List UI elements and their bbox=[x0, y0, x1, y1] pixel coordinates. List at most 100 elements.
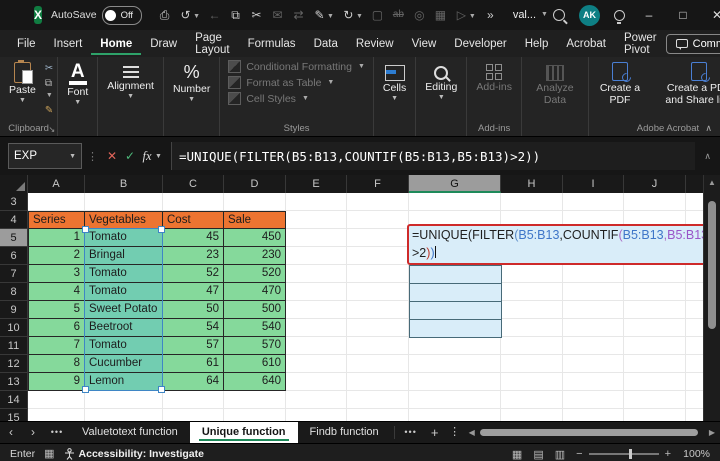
sheet-tab-unique-function[interactable]: Unique function bbox=[190, 422, 298, 443]
cell-I3[interactable] bbox=[563, 193, 624, 211]
cancel-icon[interactable]: ✕ bbox=[103, 149, 121, 163]
cell-E7[interactable] bbox=[286, 265, 347, 283]
column-header-H[interactable]: H bbox=[501, 175, 563, 193]
row-header-12[interactable]: 12 bbox=[0, 355, 28, 373]
close-button[interactable]: ✕ bbox=[707, 8, 720, 22]
cell-E11[interactable] bbox=[286, 337, 347, 355]
cell-E15[interactable] bbox=[286, 409, 347, 421]
cell-A3[interactable] bbox=[28, 193, 85, 211]
scroll-right-icon[interactable]: ▶ bbox=[709, 428, 715, 437]
draw-icon[interactable]: ✎▼ bbox=[310, 8, 337, 22]
cell-A14[interactable] bbox=[28, 391, 85, 409]
cell-F14[interactable] bbox=[347, 391, 409, 409]
cell-A7[interactable]: 3 bbox=[28, 265, 85, 283]
cell-C10[interactable]: 54 bbox=[163, 319, 224, 337]
autosave-toggle[interactable]: Off bbox=[102, 6, 143, 25]
accessibility-status[interactable]: Accessibility: Investigate bbox=[64, 448, 204, 460]
expand-formula-bar-icon[interactable]: ∧ bbox=[695, 151, 720, 162]
cell-E12[interactable] bbox=[286, 355, 347, 373]
zoom-slider-thumb[interactable] bbox=[629, 449, 632, 459]
cell-J7[interactable] bbox=[624, 265, 686, 283]
back-icon[interactable]: ← bbox=[205, 8, 224, 22]
format-as-table-button[interactable]: Format as Table▼ bbox=[228, 76, 365, 89]
cell-I14[interactable] bbox=[563, 391, 624, 409]
tab-developer[interactable]: Developer bbox=[445, 33, 515, 55]
macro-play-icon[interactable]: ▷▼ bbox=[452, 8, 479, 22]
name-box[interactable]: EXP ▼ bbox=[8, 143, 82, 169]
workbook-title[interactable]: val... ▼ bbox=[513, 9, 548, 21]
number-button[interactable]: % Number ▼ bbox=[168, 61, 215, 105]
row-header-3[interactable]: 3 bbox=[0, 193, 28, 211]
tab-file[interactable]: File bbox=[8, 33, 45, 55]
cell-D3[interactable] bbox=[224, 193, 286, 211]
cell-H10[interactable] bbox=[501, 319, 563, 337]
cell-C6[interactable]: 23 bbox=[163, 247, 224, 265]
analyze-data-button[interactable]: Analyze Data bbox=[526, 61, 584, 107]
tab-draw[interactable]: Draw bbox=[141, 33, 186, 55]
row-header-6[interactable]: 6 bbox=[0, 247, 28, 265]
cell-F12[interactable] bbox=[347, 355, 409, 373]
cell-F3[interactable] bbox=[347, 193, 409, 211]
normal-view-icon[interactable]: ▦ bbox=[512, 448, 522, 461]
cells-button[interactable]: Cells ▼ bbox=[378, 61, 411, 104]
cell-I15[interactable] bbox=[563, 409, 624, 421]
tab-view[interactable]: View bbox=[403, 33, 446, 55]
row-header-9[interactable]: 9 bbox=[0, 301, 28, 319]
horizontal-scrollbar[interactable]: ◀ ▶ bbox=[464, 422, 720, 443]
cell-E5[interactable] bbox=[286, 229, 347, 247]
camera-icon[interactable]: ◎ bbox=[410, 8, 429, 22]
cell-B14[interactable] bbox=[85, 391, 163, 409]
cell-J12[interactable] bbox=[624, 355, 686, 373]
page-layout-view-icon[interactable]: ▤ bbox=[533, 448, 543, 461]
cell-C4[interactable]: Cost bbox=[163, 211, 224, 229]
column-header-C[interactable]: C bbox=[163, 175, 224, 193]
sheet-tab-findb-function[interactable]: Findb function bbox=[298, 422, 391, 443]
strikethrough-icon[interactable]: ab bbox=[389, 8, 408, 22]
horizontal-scrollbar-track[interactable] bbox=[478, 428, 706, 437]
tab-review[interactable]: Review bbox=[347, 33, 403, 55]
cell-F4[interactable] bbox=[347, 211, 409, 229]
cell-A12[interactable]: 8 bbox=[28, 355, 85, 373]
column-header-I[interactable]: I bbox=[563, 175, 624, 193]
tab-help[interactable]: Help bbox=[516, 33, 558, 55]
minimize-button[interactable]: – bbox=[639, 8, 659, 22]
row-header-13[interactable]: 13 bbox=[0, 373, 28, 391]
tab-data[interactable]: Data bbox=[305, 33, 347, 55]
addins-button[interactable]: Add-ins bbox=[471, 61, 517, 94]
row-header-5[interactable]: 5 bbox=[0, 229, 28, 247]
cell-D11[interactable]: 570 bbox=[224, 337, 286, 355]
more-commands-icon[interactable]: » bbox=[481, 8, 500, 22]
cell-G12[interactable] bbox=[409, 355, 501, 373]
cell-D8[interactable]: 470 bbox=[224, 283, 286, 301]
undo-icon[interactable]: ↺▼ bbox=[176, 8, 203, 22]
cell-D12[interactable]: 610 bbox=[224, 355, 286, 373]
cell-G3[interactable] bbox=[409, 193, 501, 211]
horizontal-scrollbar-thumb[interactable] bbox=[480, 429, 698, 436]
tab-acrobat[interactable]: Acrobat bbox=[557, 33, 615, 55]
cell-B15[interactable] bbox=[85, 409, 163, 421]
cell-H3[interactable] bbox=[501, 193, 563, 211]
selection-handle[interactable] bbox=[158, 226, 165, 233]
cell-A4[interactable]: Series bbox=[28, 211, 85, 229]
sheet-list-icon[interactable]: ••• bbox=[44, 422, 70, 443]
cell-F6[interactable] bbox=[347, 247, 409, 265]
cell-E13[interactable] bbox=[286, 373, 347, 391]
cell-J9[interactable] bbox=[624, 301, 686, 319]
cell-I12[interactable] bbox=[563, 355, 624, 373]
redo-icon[interactable]: ↻▼ bbox=[339, 8, 366, 22]
row-header-14[interactable]: 14 bbox=[0, 391, 28, 409]
excel-app-icon[interactable]: X bbox=[34, 6, 42, 24]
cell-J10[interactable] bbox=[624, 319, 686, 337]
cell-C3[interactable] bbox=[163, 193, 224, 211]
cell-F15[interactable] bbox=[347, 409, 409, 421]
format-painter-icon[interactable]: ✎ bbox=[45, 105, 53, 116]
add-sheet-button[interactable]: + bbox=[424, 422, 446, 443]
active-cell-formula-editor[interactable]: =UNIQUE(FILTER(B5:B13,COUNTIF(B5:B13,B5:… bbox=[407, 224, 706, 265]
cell-D15[interactable] bbox=[224, 409, 286, 421]
create-pdf-button[interactable]: Create a PDF bbox=[593, 61, 647, 107]
vertical-scrollbar-thumb[interactable] bbox=[708, 201, 716, 329]
column-header-F[interactable]: F bbox=[347, 175, 409, 193]
alignment-button[interactable]: Alignment ▼ bbox=[102, 61, 159, 102]
cell-A9[interactable]: 5 bbox=[28, 301, 85, 319]
cell-C11[interactable]: 57 bbox=[163, 337, 224, 355]
